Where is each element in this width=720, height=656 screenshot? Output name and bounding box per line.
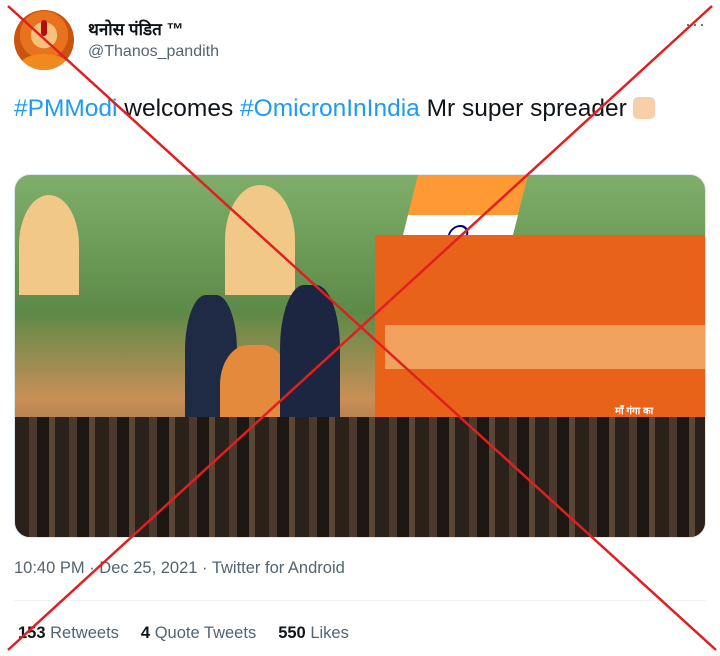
tweet-photo[interactable]: माँ गंगा का — [14, 174, 706, 538]
more-options-icon[interactable]: ··· — [685, 14, 706, 35]
likes-label: Likes — [310, 624, 349, 642]
tweet-time[interactable]: 10:40 PM — [14, 559, 85, 577]
tweet-meta: 10:40 PM · Dec 25, 2021 · Twitter for An… — [14, 559, 345, 578]
tweet-header: थनोस पंडित ™ @Thanos_pandith ··· — [14, 10, 706, 72]
meta-separator: · — [197, 559, 212, 577]
meta-separator: · — [84, 559, 100, 577]
crowd — [15, 417, 705, 537]
tweet-source[interactable]: Twitter for Android — [212, 559, 345, 577]
avatar-shawl — [20, 54, 68, 70]
thumbs-up-emoji-icon — [632, 97, 655, 119]
retweets-label: Retweets — [50, 624, 119, 642]
tweet-text-part2: Mr super spreader — [419, 95, 627, 122]
quote-tweets-stat[interactable]: 4 Quote Tweets — [141, 624, 256, 643]
retweets-stat[interactable]: 153 Retweets — [18, 624, 119, 643]
likes-count: 550 — [278, 624, 306, 642]
hashtag-omicronindia[interactable]: #OmicronInIndia — [240, 95, 420, 122]
truck-sign-text: माँ गंगा का — [615, 406, 654, 417]
tweet-date[interactable]: Dec 25, 2021 — [99, 559, 197, 577]
retweets-count: 153 — [18, 624, 46, 642]
hashtag-pmmodi[interactable]: #PMModi — [14, 95, 117, 122]
divider-top — [14, 600, 706, 601]
tweet-text-part1: welcomes — [117, 95, 241, 122]
avatar-tilak — [41, 20, 47, 36]
tweet-stats: 153 Retweets 4 Quote Tweets 550 Likes — [18, 624, 349, 643]
avatar[interactable] — [14, 10, 74, 70]
display-name[interactable]: थनोस पंडित ™ — [88, 17, 183, 40]
quote-tweets-count: 4 — [140, 624, 151, 642]
quote-tweets-label: Quote Tweets — [154, 624, 257, 642]
temple-dome-left — [19, 195, 79, 295]
likes-stat[interactable]: 550 Likes — [278, 624, 349, 643]
user-handle[interactable]: @Thanos_pandith — [88, 43, 219, 61]
temple-dome-center — [225, 185, 295, 295]
tweet-text: #PMModi welcomes #OmicronInIndia Mr supe… — [14, 92, 704, 125]
truck-railing — [385, 325, 705, 369]
